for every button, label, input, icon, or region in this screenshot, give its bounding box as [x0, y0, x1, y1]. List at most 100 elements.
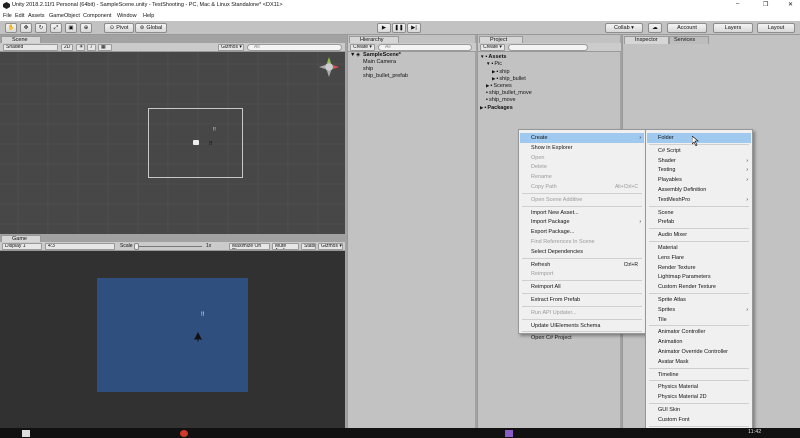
tab-inspector[interactable]: Inspector — [624, 36, 669, 44]
collapse-arrow-icon[interactable]: ▶ — [492, 76, 495, 81]
aspect-dropdown[interactable]: 4:3 — [45, 243, 115, 250]
maximize-on-play-toggle[interactable]: Maximize On Play — [229, 243, 270, 250]
global-button[interactable]: ⊚ Global — [135, 23, 167, 33]
transform-tool-button[interactable]: ⊕ — [80, 23, 92, 33]
menu-component[interactable]: Component — [83, 13, 111, 19]
menu-item-material[interactable]: Material — [647, 243, 751, 253]
scale-slider[interactable] — [134, 243, 202, 250]
menu-item-assembly-definition[interactable]: Assembly Definition — [647, 185, 751, 195]
collab-button[interactable]: Collab ▾ — [605, 23, 643, 33]
menu-item-sprite-atlas[interactable]: Sprite Atlas — [647, 295, 751, 305]
menu-item-custom-font[interactable]: Custom Font — [647, 415, 751, 425]
hand-tool-button[interactable]: ✋ — [5, 23, 17, 33]
menu-item-find-references-in-scene[interactable]: Find References In Scene — [520, 237, 644, 247]
menu-item-custom-render-texture[interactable]: Custom Render Texture — [647, 282, 751, 292]
collapse-arrow-icon[interactable]: ▶ — [480, 105, 483, 110]
menu-item-lightmap-parameters[interactable]: Lightmap Parameters — [647, 272, 751, 282]
menu-item-animator-controller[interactable]: Animator Controller — [647, 327, 751, 337]
menu-item-copy-path[interactable]: Copy Path Alt+Ctrl+C — [520, 182, 644, 192]
menu-item-avatar-mask[interactable]: Avatar Mask — [647, 357, 751, 367]
menu-file[interactable]: File — [3, 13, 12, 19]
menu-item-rename[interactable]: Rename — [520, 172, 644, 182]
menu-item-reimport[interactable]: Reimport — [520, 269, 644, 279]
menu-item-shader[interactable]: Shader › — [647, 156, 751, 166]
menu-item-import-package[interactable]: Import Package › — [520, 217, 644, 227]
scene-search-input[interactable]: All — [247, 44, 342, 51]
menu-item-open-scene-additive[interactable]: Open Scene Additive — [520, 195, 644, 205]
lighting-toggle[interactable]: ☀ — [76, 44, 85, 51]
cloud-button[interactable]: ☁ — [648, 23, 662, 33]
hierarchy-search-input[interactable]: All — [378, 44, 472, 51]
pivot-button[interactable]: ⊙ Pivot — [104, 23, 134, 33]
menu-item-select-dependencies[interactable]: Select Dependencies — [520, 247, 644, 257]
layout-button[interactable]: Layout — [757, 23, 795, 33]
scene-orientation-gizmo[interactable] — [318, 56, 340, 78]
menu-item-open-c-project[interactable]: Open C# Project — [520, 333, 644, 343]
effects-toggle[interactable]: ▦ — [98, 44, 112, 51]
scene-root-arrow-icon[interactable]: ▼ — [350, 52, 355, 59]
scene-root[interactable]: SampleScene* — [363, 52, 401, 59]
tab-services[interactable]: Services — [669, 36, 709, 44]
menu-item-create[interactable]: Create › — [520, 133, 644, 143]
project-search-input[interactable] — [508, 44, 588, 51]
menu-item-physics-material[interactable]: Physics Material — [647, 382, 751, 392]
menu-item-animation[interactable]: Animation — [647, 337, 751, 347]
menu-item-reimport-all[interactable]: Reimport All — [520, 282, 644, 292]
menu-item-animator-override-controller[interactable]: Animator Override Controller — [647, 347, 751, 357]
scale-slider-thumb[interactable] — [134, 243, 139, 250]
menu-assets[interactable]: Assets — [28, 13, 45, 19]
hierarchy-item[interactable]: Main Camera — [363, 59, 396, 66]
menu-item-refresh[interactable]: Refresh Ctrl+R — [520, 260, 644, 270]
menu-item-render-texture[interactable]: Render Texture — [647, 263, 751, 273]
close-button[interactable]: ✕ — [788, 1, 793, 8]
hierarchy-item[interactable]: ship_bullet_prefab — [363, 73, 408, 80]
scale-tool-button[interactable]: ⤢ — [50, 23, 62, 33]
step-button[interactable]: ▶| — [407, 23, 421, 33]
play-button[interactable]: ▶ — [377, 23, 391, 33]
menu-item-show-in-explorer[interactable]: Show in Explorer — [520, 143, 644, 153]
menu-item-run-api-updater[interactable]: Run API Updater... — [520, 308, 644, 318]
menu-item-gui-skin[interactable]: GUI Skin — [647, 405, 751, 415]
maximize-button[interactable]: ❐ — [763, 1, 768, 8]
menu-gameobject[interactable]: GameObject — [49, 13, 80, 19]
minimize-button[interactable]: – — [736, 1, 739, 7]
project-tree-item[interactable]: ▪ship_move — [486, 97, 516, 104]
pause-button[interactable]: ❚❚ — [392, 23, 406, 33]
menu-window[interactable]: Window — [117, 13, 137, 19]
mute-audio-toggle[interactable]: Mute Audio — [272, 243, 299, 250]
rotate-tool-button[interactable]: ↻ — [35, 23, 47, 33]
menu-item-testing[interactable]: Testing › — [647, 165, 751, 175]
game-gizmos-dropdown[interactable]: Gizmos ▾ — [318, 243, 343, 250]
windows-start-icon[interactable] — [22, 430, 30, 437]
menu-item-physics-material-2d[interactable]: Physics Material 2D — [647, 392, 751, 402]
expand-arrow-icon[interactable]: ▼ — [480, 54, 484, 59]
menu-item-export-package[interactable]: Export Package... — [520, 227, 644, 237]
scene-view[interactable]: !! !! — [0, 52, 345, 234]
menu-item-folder[interactable]: Folder — [647, 133, 751, 143]
expand-arrow-icon[interactable]: ▼ — [486, 61, 490, 66]
shading-dropdown[interactable]: Shaded — [3, 44, 58, 51]
project-tree-item[interactable]: ▶▪Packages — [480, 104, 513, 112]
hierarchy-item[interactable]: ship — [363, 66, 373, 73]
audio-toggle[interactable]: ♪ — [87, 44, 96, 51]
menu-item-extract-from-prefab[interactable]: Extract From Prefab — [520, 295, 644, 305]
menu-item-open[interactable]: Open — [520, 153, 644, 163]
hierarchy-create-button[interactable]: Create ▾ — [350, 44, 375, 51]
game-view[interactable]: !! — [0, 251, 345, 428]
collapse-arrow-icon[interactable]: ▶ — [486, 83, 489, 88]
taskbar-app-icon[interactable] — [180, 430, 188, 437]
project-tree-item[interactable]: ▪ship_bullet_move — [486, 90, 532, 97]
2d-toggle[interactable]: 2D — [61, 44, 73, 51]
menu-item-import-new-asset[interactable]: Import New Asset... — [520, 208, 644, 218]
menu-item-tile[interactable]: Tile — [647, 315, 751, 325]
taskbar-app-icon[interactable] — [505, 430, 513, 437]
menu-item-lens-flare[interactable]: Lens Flare — [647, 253, 751, 263]
rect-tool-button[interactable]: ▣ — [65, 23, 77, 33]
menu-item-timeline[interactable]: Timeline — [647, 370, 751, 380]
menu-item-delete[interactable]: Delete — [520, 162, 644, 172]
display-dropdown[interactable]: Display 1 — [2, 243, 42, 250]
layers-button[interactable]: Layers — [713, 23, 753, 33]
menu-item-c-script[interactable]: C# Script — [647, 146, 751, 156]
move-tool-button[interactable]: ✥ — [20, 23, 32, 33]
menu-item-update-uielements-schema[interactable]: Update UIElements Schema — [520, 321, 644, 331]
